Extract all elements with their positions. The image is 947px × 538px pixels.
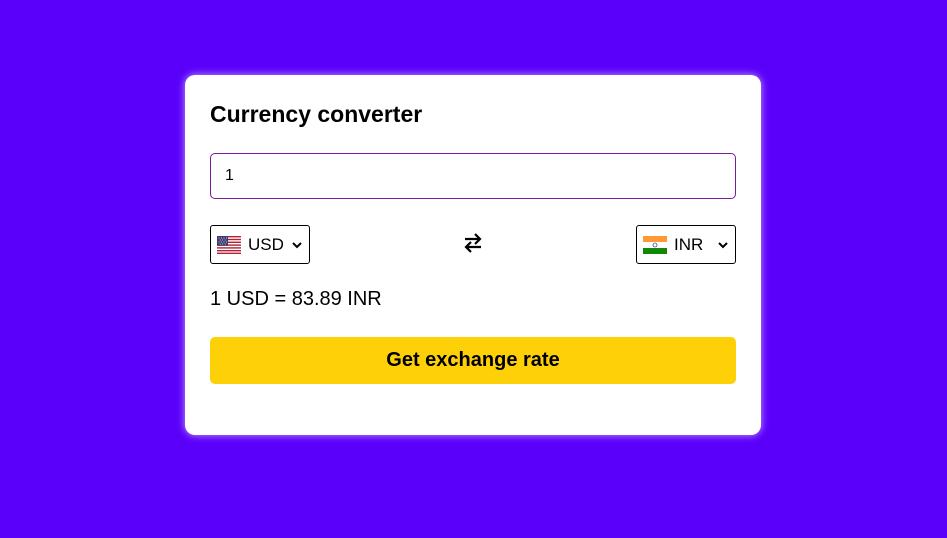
to-currency-code: INR [674, 234, 704, 254]
page-title: Currency converter [210, 101, 423, 127]
from-currency-select[interactable]: USD [210, 225, 310, 264]
to-currency-select[interactable]: INR [636, 225, 736, 264]
exchange-result: 1 USD = 83.89 INR [210, 288, 382, 310]
india-flag-icon [643, 235, 667, 254]
chevron-down-icon [718, 242, 728, 249]
get-exchange-rate-button[interactable]: Get exchange rate [210, 337, 736, 384]
converter-card: Currency converter USD [185, 75, 761, 435]
chevron-down-icon [292, 242, 302, 249]
swap-arrows-icon[interactable] [462, 231, 484, 255]
amount-input[interactable] [210, 153, 736, 199]
us-flag-icon [217, 235, 241, 254]
from-currency-code: USD [248, 234, 284, 254]
